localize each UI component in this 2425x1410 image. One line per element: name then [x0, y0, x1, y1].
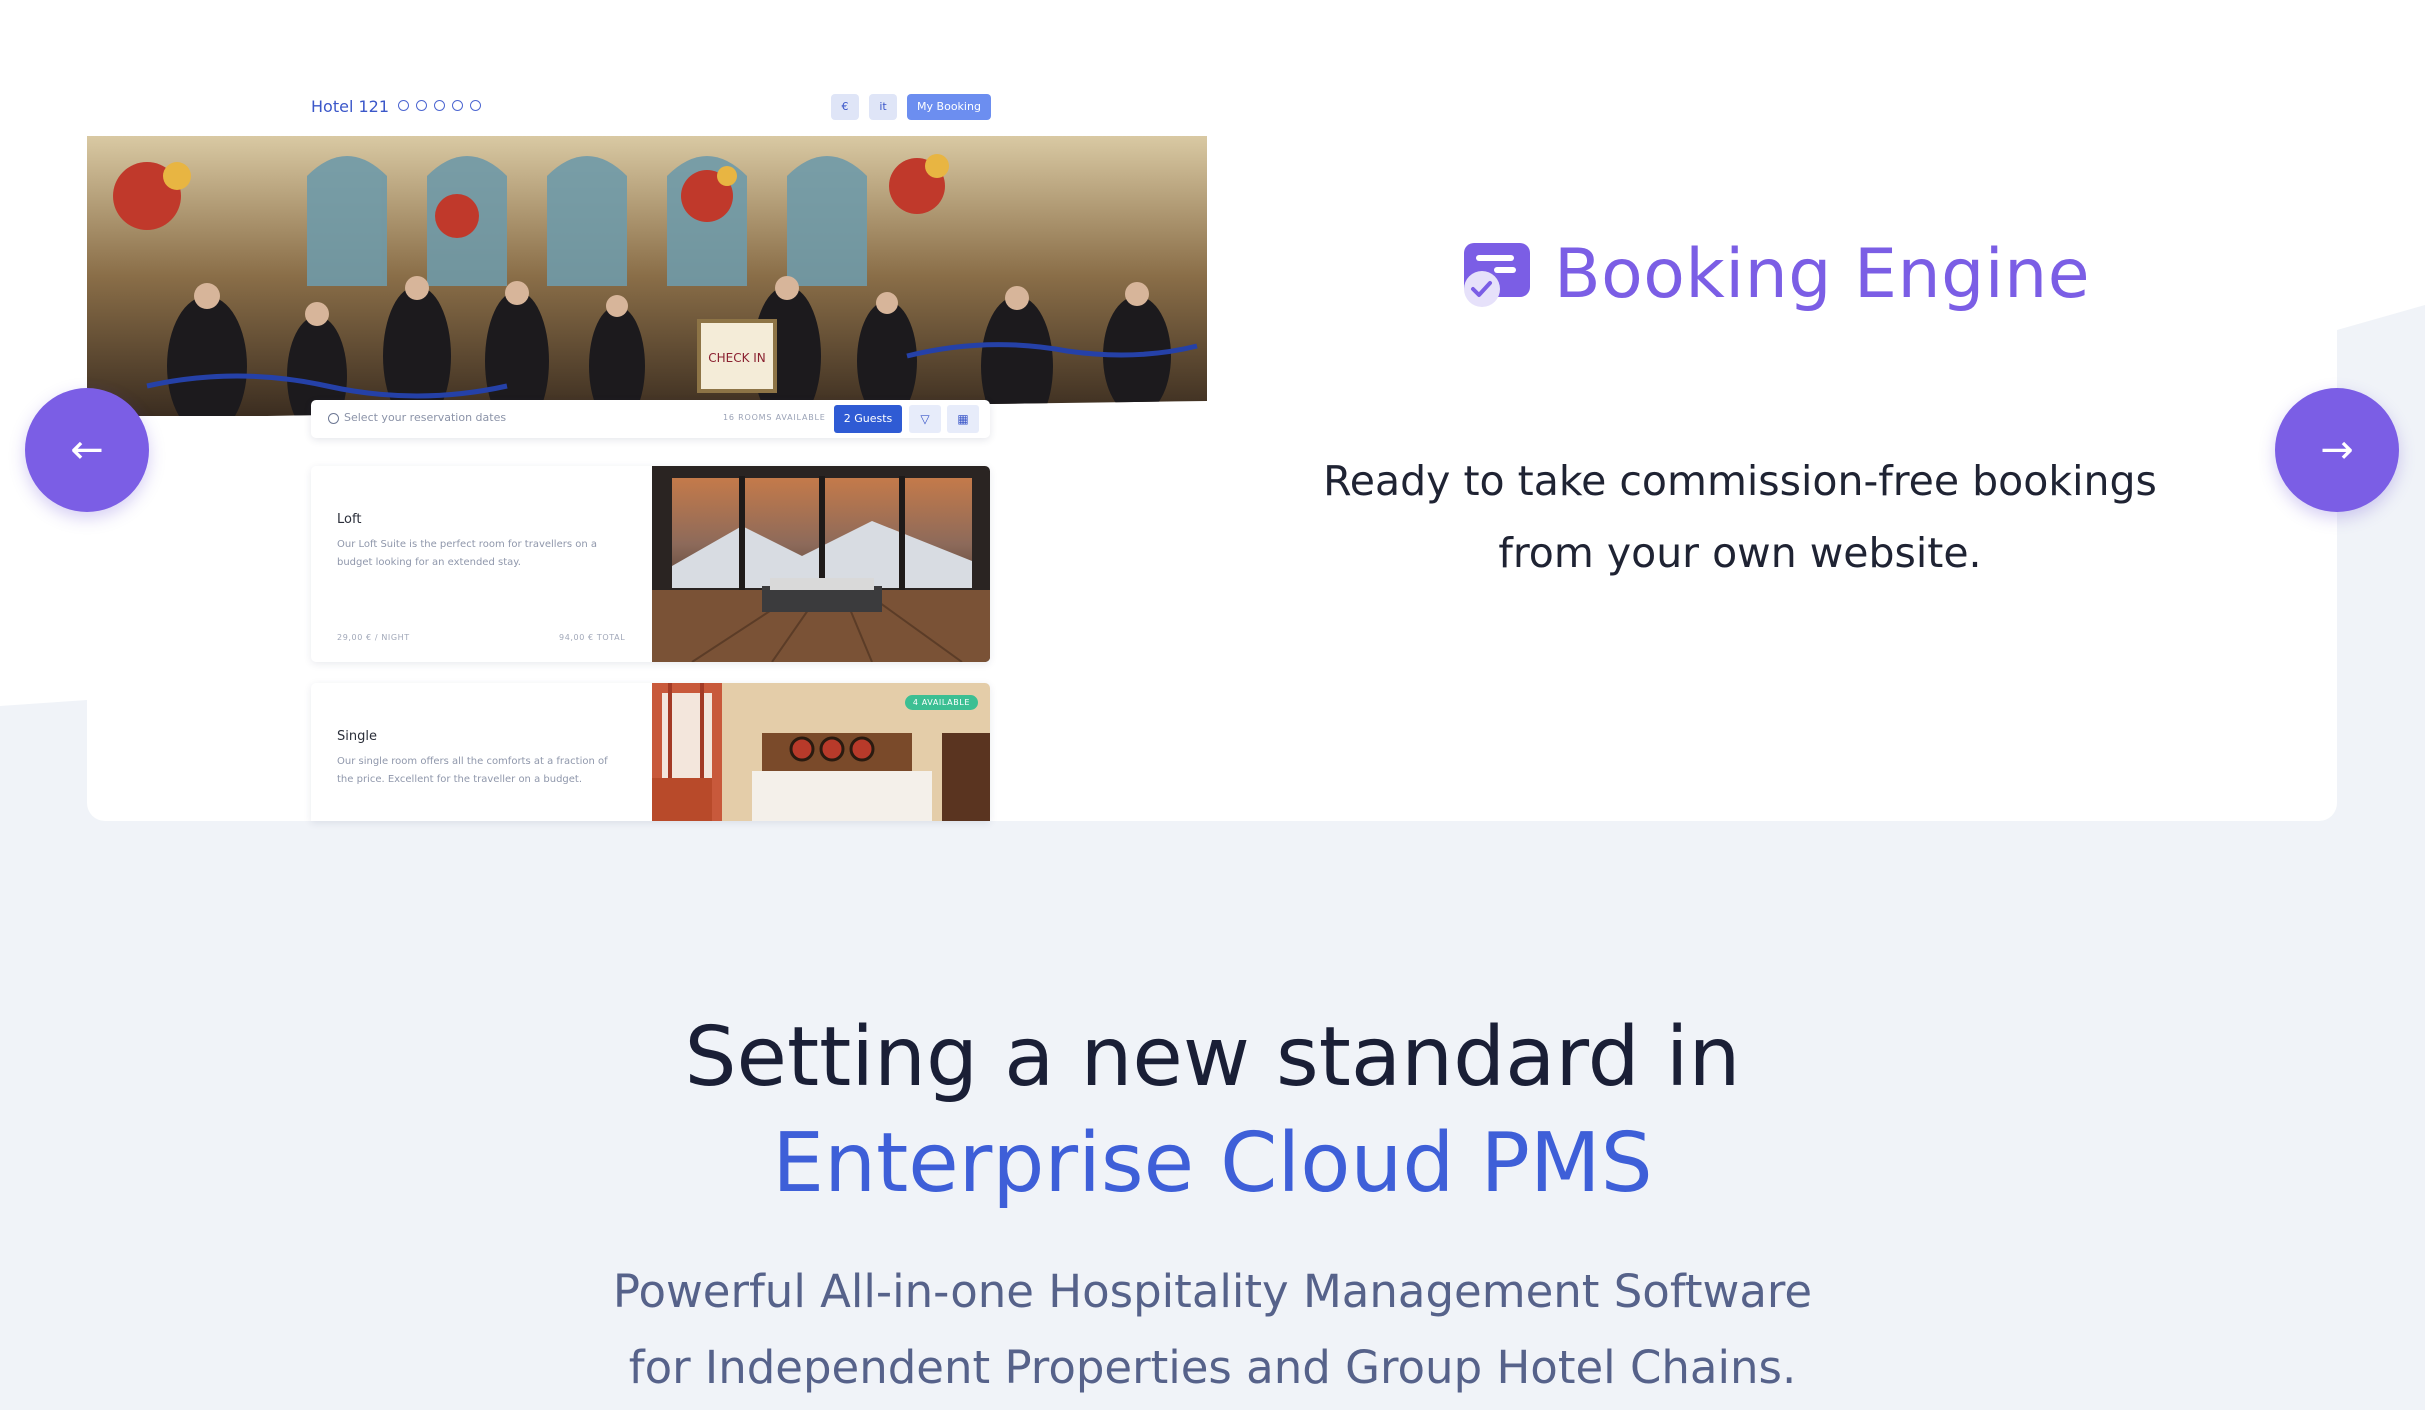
hotel-name[interactable]: Hotel 121: [311, 97, 389, 116]
carousel-next-button[interactable]: →: [2275, 388, 2399, 512]
feature-description: Ready to take commission-free bookings f…: [1323, 457, 2157, 577]
booking-engine-icon: [1458, 237, 1534, 313]
reservation-dates-input[interactable]: Select your reservation dates: [344, 411, 506, 424]
currency-button[interactable]: €: [831, 94, 859, 120]
section-subtitle: Powerful All-in-one Hospitality Manageme…: [0, 1254, 2425, 1406]
carousel-prev-button[interactable]: ←: [25, 388, 149, 512]
feature-heading: Booking Engine: [1458, 235, 2090, 314]
room-price-night: 29,00 € / NIGHT: [337, 633, 410, 642]
room-card-loft[interactable]: Loft Our Loft Suite is the perfect room …: [311, 466, 990, 662]
feature-title: Booking Engine: [1554, 235, 2091, 314]
search-icon: [328, 413, 339, 424]
reservation-search-bar: Select your reservation dates 16 ROOMS A…: [311, 400, 990, 438]
web-icon[interactable]: [398, 100, 409, 111]
grid-view-icon[interactable]: ▦: [947, 405, 979, 433]
room-price-total: 94,00 € TOTAL: [559, 633, 626, 642]
loft-room-image: [652, 466, 990, 662]
youtube-icon[interactable]: [470, 100, 481, 111]
arrow-right-icon: →: [2320, 427, 2354, 473]
room-name: Single: [337, 729, 377, 744]
arrow-left-icon: ←: [70, 427, 104, 473]
instagram-icon[interactable]: [452, 100, 463, 111]
section-headline: Setting a new standard in: [684, 1010, 1741, 1105]
guests-button[interactable]: 2 Guests: [834, 405, 902, 433]
single-room-image: 4 AVAILABLE: [652, 683, 990, 821]
mockup-header: Hotel 121 € it My Booking: [311, 92, 991, 124]
section-subtitle-text: Powerful All-in-one Hospitality Manageme…: [612, 1265, 1813, 1394]
my-booking-button[interactable]: My Booking: [907, 94, 991, 120]
hotel-lobby-image: CHECK IN: [87, 136, 1207, 416]
room-description: Our single room offers all the comforts …: [337, 756, 608, 785]
section-headline-accent: Enterprise Cloud PMS: [772, 1116, 1653, 1211]
rooms-available-count: 16 ROOMS AVAILABLE: [723, 413, 826, 422]
facebook-icon[interactable]: [434, 100, 445, 111]
language-button[interactable]: it: [869, 94, 897, 120]
room-name: Loft: [337, 512, 362, 527]
availability-badge: 4 AVAILABLE: [904, 695, 978, 710]
filter-icon[interactable]: ▽: [909, 405, 941, 433]
room-description: Our Loft Suite is the perfect room for t…: [337, 539, 597, 568]
twitter-icon[interactable]: [416, 100, 427, 111]
room-card-single[interactable]: Single Our single room offers all the co…: [311, 683, 990, 821]
social-links: [398, 100, 481, 111]
check-in-sign: CHECK IN: [708, 351, 766, 365]
